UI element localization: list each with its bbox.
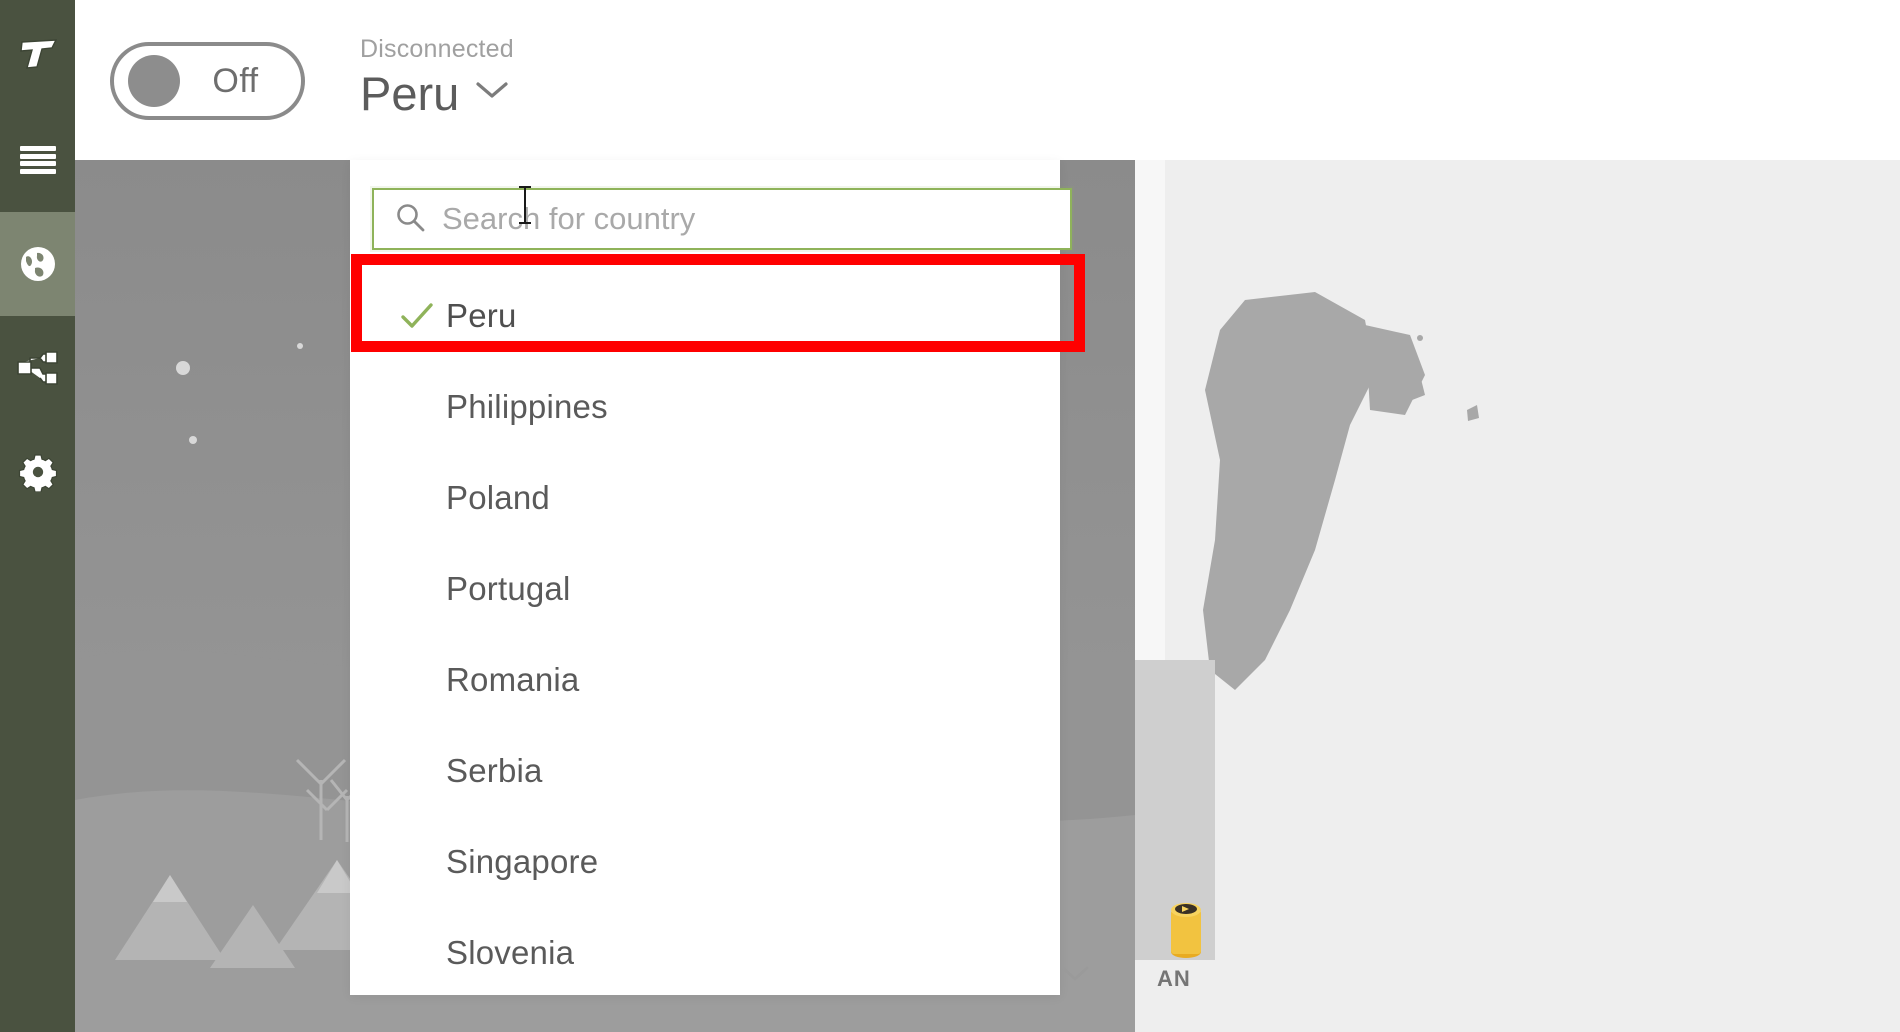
vpn-power-toggle[interactable]: Off xyxy=(110,42,305,120)
globe-icon xyxy=(18,244,58,284)
country-name: Singapore xyxy=(446,842,599,880)
country-selector-button[interactable]: Peru xyxy=(360,66,514,120)
toggle-state-label: Off xyxy=(212,61,259,100)
toggle-knob xyxy=(128,55,180,107)
country-option-peru[interactable]: Peru xyxy=(350,270,1060,361)
country-option-slovenia[interactable]: Slovenia xyxy=(350,907,1060,995)
scroll-down-chevron-icon[interactable] xyxy=(1060,965,1090,988)
country-name: Slovenia xyxy=(446,933,575,971)
country-name: Poland xyxy=(446,478,550,516)
country-name: Romania xyxy=(446,660,580,698)
country-option-romania[interactable]: Romania xyxy=(350,634,1060,725)
country-list[interactable]: Peru Philippines Poland Portugal Romania xyxy=(350,270,1060,995)
check-icon xyxy=(400,302,446,330)
country-option-poland[interactable]: Poland xyxy=(350,452,1060,543)
share-nodes-icon xyxy=(16,350,60,386)
connection-info: Disconnected Peru xyxy=(360,35,514,120)
brand-logo-icon xyxy=(16,34,60,74)
country-name: Peru xyxy=(446,296,517,334)
search-input[interactable] xyxy=(442,201,1050,237)
sidebar-item-settings[interactable] xyxy=(0,420,75,524)
vpn-client-window: AN Off Disconnected Peru Search for coun… xyxy=(0,0,1900,1032)
country-name: Philippines xyxy=(446,387,608,425)
hamburger-icon xyxy=(19,146,56,174)
text-cursor-icon xyxy=(519,186,531,224)
country-search-box[interactable] xyxy=(372,188,1072,250)
sidebar-item-servers[interactable] xyxy=(0,212,75,316)
country-option-singapore[interactable]: Singapore xyxy=(350,816,1060,907)
sidebar-item-menu[interactable] xyxy=(0,108,75,212)
left-sidebar xyxy=(0,0,75,1032)
sidebar-item-logo[interactable] xyxy=(0,0,75,108)
country-name: Serbia xyxy=(446,751,543,789)
map-marker-label-a: AN xyxy=(1157,966,1191,991)
selected-country-label: Peru xyxy=(360,66,460,120)
map-marker-server-a[interactable] xyxy=(1167,898,1205,960)
top-bar: Off Disconnected Peru xyxy=(75,0,1900,160)
country-option-portugal[interactable]: Portugal xyxy=(350,543,1060,634)
country-option-serbia[interactable]: Serbia xyxy=(350,725,1060,816)
connection-status-text: Disconnected xyxy=(360,35,514,63)
chevron-down-icon xyxy=(475,80,509,105)
country-name: Portugal xyxy=(446,569,571,607)
server-canister-icon xyxy=(1171,903,1201,958)
gear-icon xyxy=(18,452,58,492)
sidebar-item-network[interactable] xyxy=(0,316,75,420)
country-dropdown-panel: Peru Philippines Poland Portugal Romania xyxy=(350,160,1072,995)
country-option-philippines[interactable]: Philippines xyxy=(350,361,1060,452)
map-panel-sliver-upper xyxy=(1135,160,1165,660)
search-icon xyxy=(394,201,426,238)
